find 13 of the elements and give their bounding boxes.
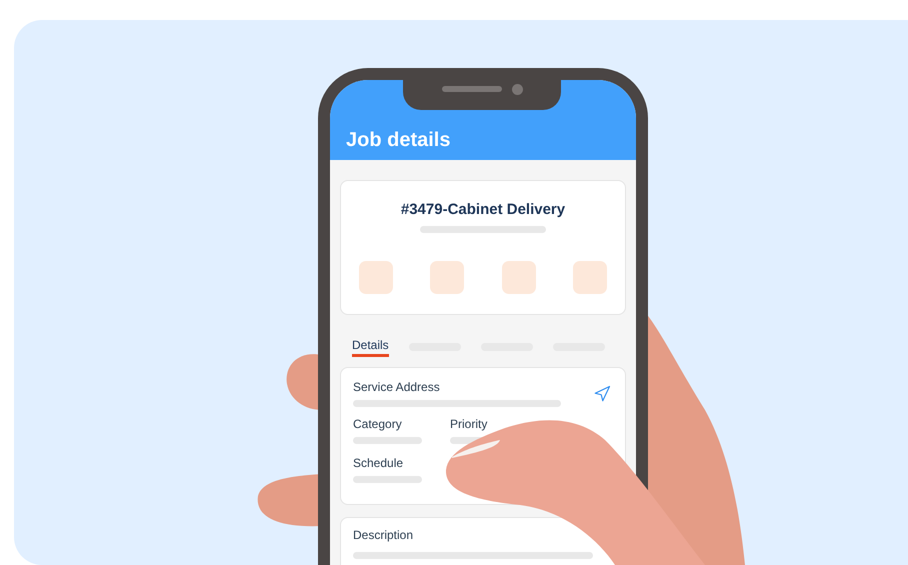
header-title: Job details (346, 129, 450, 152)
action-tile[interactable] (430, 261, 464, 294)
job-title: #3479-Cabinet Delivery (400, 201, 566, 218)
navigation-icon[interactable] (593, 384, 611, 402)
action-tile[interactable] (572, 261, 607, 294)
field-label: Schedule (353, 456, 404, 470)
field-label: Service Address (353, 380, 441, 394)
action-tile[interactable] (359, 261, 393, 294)
field-label: Category (353, 417, 403, 431)
field-label: Priority (450, 417, 488, 431)
field-label: Description (353, 528, 414, 542)
action-tile[interactable] (502, 261, 536, 294)
tab[interactable]: Details (352, 338, 389, 356)
